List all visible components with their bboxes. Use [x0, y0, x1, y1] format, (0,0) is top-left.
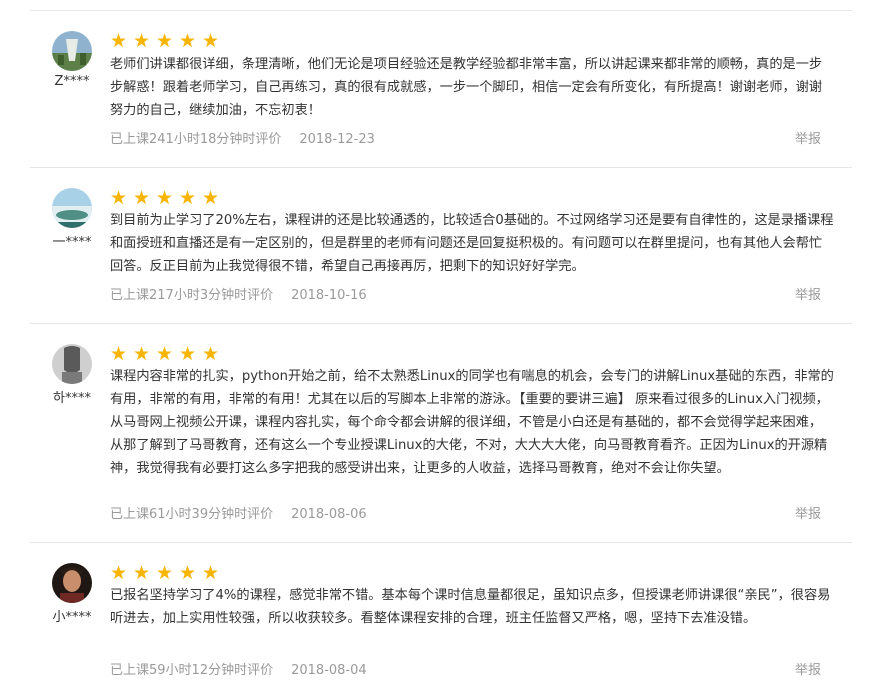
- review-date: 2018-08-04: [291, 663, 367, 678]
- star-icon: ★: [179, 562, 197, 584]
- review-date: 2018-08-06: [291, 507, 367, 522]
- star-icon: ★: [179, 343, 197, 365]
- review-meta: 已上课241小时18分钟时评价 2018-12-23: [110, 128, 375, 147]
- star-icon: ★: [110, 30, 128, 52]
- avatar[interactable]: [52, 344, 92, 384]
- study-time: 已上课59小时12分钟时评价: [110, 663, 274, 678]
- rating-stars: ★ ★ ★ ★ ★: [110, 345, 225, 365]
- star-icon: ★: [202, 30, 220, 52]
- star-icon: ★: [156, 343, 174, 365]
- star-icon: ★: [179, 30, 197, 52]
- review-meta: 已上课61小时39分钟时评价 2018-08-06: [110, 503, 367, 522]
- star-icon: ★: [202, 187, 220, 209]
- star-icon: ★: [202, 343, 220, 365]
- study-time: 已上课217小时3分钟时评价: [110, 288, 274, 303]
- review-text: 已报名坚持学习了4%的课程，感觉非常不错。基本每个课时信息量都很足，虽知识点多，…: [110, 588, 831, 626]
- avatar-image: [52, 188, 92, 228]
- star-icon: ★: [156, 562, 174, 584]
- rating-stars: ★ ★ ★ ★ ★: [110, 32, 225, 52]
- review-date: 2018-12-23: [299, 132, 375, 147]
- review-date: 2018-10-16: [291, 288, 367, 303]
- study-time: 已上课241小时18分钟时评价: [110, 132, 282, 147]
- review-item: Z**** ★ ★ ★ ★ ★ 老师们讲课都很详细，条理清晰，他们无论是项目经验还是教学…: [30, 11, 852, 168]
- review-text: 老师们讲课都很详细，条理清晰，他们无论是项目经验还是教学经验都非常丰富，所以讲起…: [110, 57, 823, 118]
- avatar-image: [52, 31, 92, 71]
- star-icon: ★: [110, 343, 128, 365]
- report-link[interactable]: 举报: [795, 128, 821, 147]
- avatar[interactable]: [52, 563, 92, 603]
- star-icon: ★: [202, 562, 220, 584]
- report-link[interactable]: 举报: [795, 503, 821, 522]
- avatar-image: [52, 563, 92, 603]
- report-link[interactable]: 举报: [795, 659, 821, 678]
- review-item: 小**** ★ ★ ★ ★ ★ 已报名坚持学习了4%的课程，感觉非常不错。基本每个课时信…: [30, 543, 852, 685]
- avatar-image: [52, 344, 92, 384]
- star-icon: ★: [133, 187, 151, 209]
- avatar[interactable]: [52, 188, 92, 228]
- star-icon: ★: [133, 343, 151, 365]
- avatar[interactable]: [52, 31, 92, 71]
- review-item: 一**** ★ ★ ★ ★ ★ 到目前为止学习了20%左右，课程讲的还是比较通透的，比较…: [30, 168, 852, 324]
- star-icon: ★: [156, 187, 174, 209]
- username[interactable]: 하****: [44, 387, 100, 406]
- review-text: 课程内容非常的扎实，python开始之前，给不太熟悉Linux的同学也有喘息的机…: [110, 369, 834, 476]
- report-link[interactable]: 举报: [795, 284, 821, 303]
- star-icon: ★: [179, 187, 197, 209]
- rating-stars: ★ ★ ★ ★ ★: [110, 189, 225, 209]
- username[interactable]: 一****: [44, 231, 100, 250]
- review-meta: 已上课217小时3分钟时评价 2018-10-16: [110, 284, 367, 303]
- star-icon: ★: [156, 30, 174, 52]
- star-icon: ★: [110, 562, 128, 584]
- review-meta: 已上课59小时12分钟时评价 2018-08-04: [110, 659, 367, 678]
- username[interactable]: Z****: [44, 74, 100, 89]
- review-item: 하**** ★ ★ ★ ★ ★ 课程内容非常的扎实，python开始之前，给不太熟悉Li…: [30, 324, 852, 543]
- star-icon: ★: [110, 187, 128, 209]
- star-icon: ★: [133, 562, 151, 584]
- username[interactable]: 小****: [44, 606, 100, 625]
- rating-stars: ★ ★ ★ ★ ★: [110, 564, 225, 584]
- study-time: 已上课61小时39分钟时评价: [110, 507, 274, 522]
- star-icon: ★: [133, 30, 151, 52]
- review-text: 到目前为止学习了20%左右，课程讲的还是比较通透的，比较适合0基础的。不过网络学…: [110, 213, 834, 274]
